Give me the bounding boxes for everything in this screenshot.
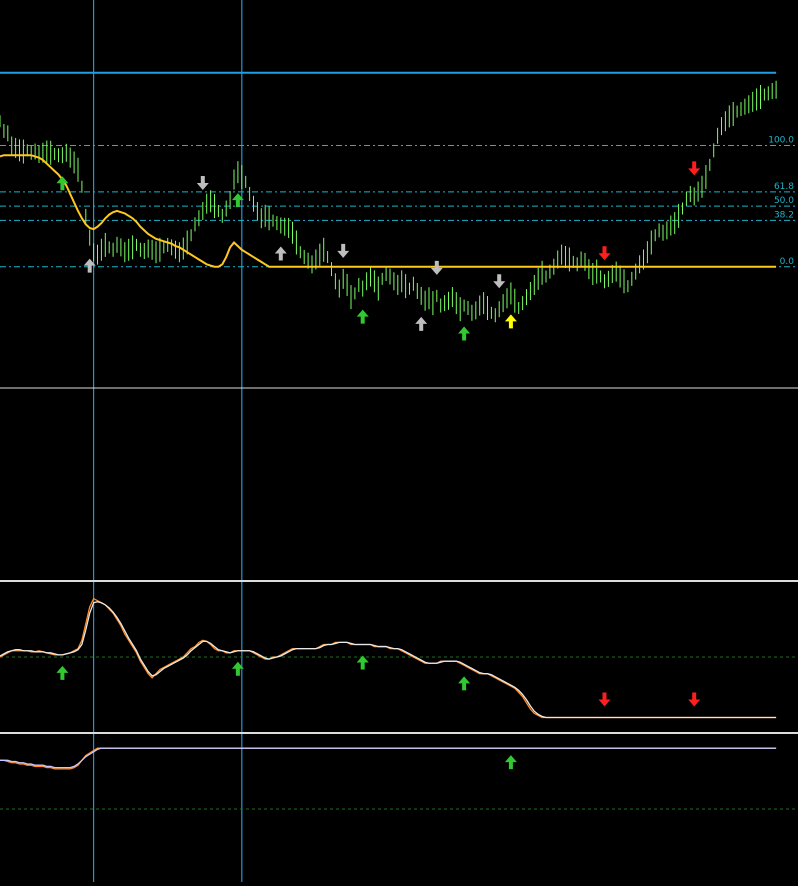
fib-label-4: 100.0 (768, 136, 794, 146)
chart-svg: 0.0 38.2 50.0 61.8 100.0 (0, 0, 798, 882)
fib-label-3: 61.8 (774, 182, 794, 192)
fib-label-2: 50.0 (774, 196, 794, 206)
fib-label-1: 38.2 (774, 210, 794, 220)
trading-chart: 0.0 38.2 50.0 61.8 100.0 (0, 0, 798, 882)
chart-background (0, 0, 798, 882)
fib-label-0: 0.0 (780, 257, 795, 267)
